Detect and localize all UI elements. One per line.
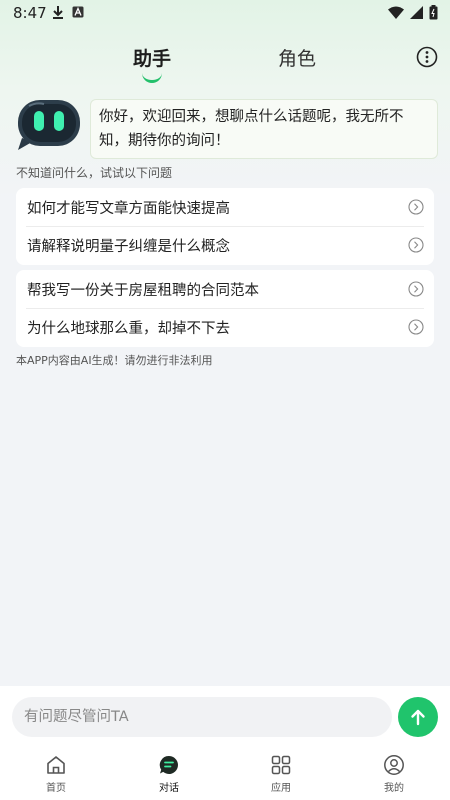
- status-left-icons: [52, 5, 84, 19]
- suggestion-card: 如何才能写文章方面能快速提高 请解释说明量子纠缠是什么概念: [16, 188, 434, 265]
- nav-item-apps[interactable]: 应用: [251, 754, 311, 794]
- ai-disclaimer: 本APP内容由AI生成！请勿进行非法利用: [16, 354, 213, 367]
- suggestion-hint: 不知道问什么，试试以下问题: [16, 166, 173, 180]
- signal-icon: [410, 6, 423, 19]
- apps-grid-icon: [271, 755, 291, 775]
- suggestion-text: 请解释说明量子纠缠是什么概念: [27, 238, 230, 255]
- status-right-icons: [388, 5, 438, 20]
- suggestion-text: 如何才能写文章方面能快速提高: [27, 200, 230, 217]
- tab-assistant[interactable]: 助手: [122, 44, 182, 71]
- wifi-icon: [388, 6, 404, 19]
- nav-label: 首页: [46, 783, 66, 794]
- suggestion-item[interactable]: 帮我写一份关于房屋租聘的合同范本: [16, 270, 434, 308]
- nav-label: 应用: [271, 783, 291, 794]
- nav-item-profile[interactable]: 我的: [364, 754, 424, 794]
- active-tab-indicator: [142, 70, 162, 83]
- status-bar: 8:47: [0, 0, 450, 26]
- chat-icon: [159, 755, 178, 774]
- greeting-bubble: 你好，欢迎回来，想聊点什么话题呢，我无所不知，期待你的询问！: [90, 99, 438, 159]
- arrow-up-icon: [411, 709, 425, 726]
- tab-role[interactable]: 角色: [267, 44, 327, 71]
- status-time: 8:47: [13, 4, 47, 22]
- profile-icon: [384, 755, 404, 775]
- suggestion-item[interactable]: 如何才能写文章方面能快速提高: [16, 188, 434, 226]
- nav-item-chat[interactable]: 对话: [139, 754, 199, 794]
- suggestion-text: 为什么地球那么重，却掉不下去: [27, 320, 230, 337]
- robot-avatar-icon: [18, 100, 80, 150]
- bottom-nav: 首页 对话 应用 我的: [0, 746, 450, 800]
- nav-item-home[interactable]: 首页: [26, 754, 86, 794]
- a-icon: [72, 6, 84, 18]
- message-composer: [0, 686, 450, 746]
- battery-icon: [429, 5, 438, 20]
- chevron-right-icon: [408, 281, 424, 297]
- chevron-right-icon: [408, 237, 424, 253]
- suggestion-card: 帮我写一份关于房屋租聘的合同范本 为什么地球那么重，却掉不下去: [16, 270, 434, 347]
- chevron-right-icon: [408, 199, 424, 215]
- suggestion-item[interactable]: 为什么地球那么重，却掉不下去: [16, 308, 434, 346]
- nav-label: 我的: [384, 783, 404, 794]
- suggestion-text: 帮我写一份关于房屋租聘的合同范本: [27, 282, 259, 299]
- top-tabs: 助手 角色: [0, 40, 450, 84]
- download-icon: [53, 6, 63, 19]
- suggestion-item[interactable]: 请解释说明量子纠缠是什么概念: [16, 226, 434, 264]
- more-options-icon[interactable]: [416, 46, 438, 68]
- home-icon: [47, 756, 65, 774]
- send-button[interactable]: [398, 697, 438, 737]
- message-input[interactable]: [12, 697, 392, 737]
- nav-label: 对话: [159, 783, 179, 794]
- chevron-right-icon: [408, 319, 424, 335]
